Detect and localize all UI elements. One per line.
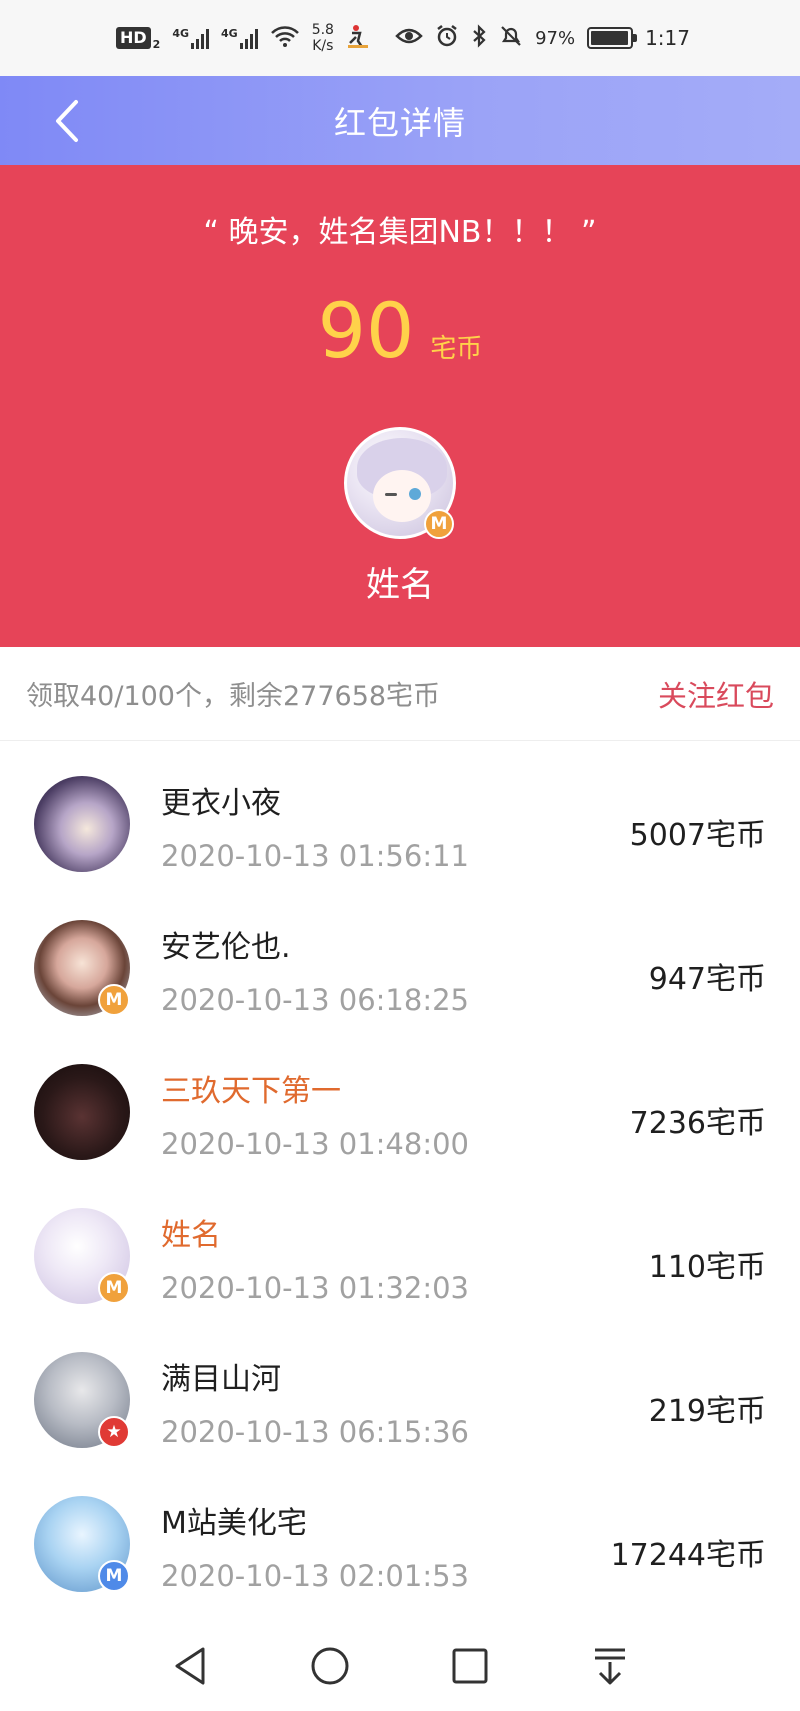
battery-icon (587, 27, 638, 49)
recipient-name[interactable]: 三玖天下第一 (161, 1066, 341, 1110)
clock: 1:17 (645, 26, 690, 50)
pull-down-icon (595, 1648, 625, 1684)
status-right: 97% 1:17 (395, 24, 690, 52)
system-nav-bar (0, 1620, 800, 1711)
amount-value: 90 (317, 286, 415, 375)
claim-amount: 219宅币 (648, 1394, 766, 1429)
nav-back-button[interactable] (160, 1636, 220, 1696)
app-notification-icon (346, 23, 370, 53)
claim-amount: 5007宅币 (629, 818, 766, 853)
claim-time: 2020-10-13 02:01:53 (161, 1559, 469, 1593)
claim-time: 2020-10-13 01:32:03 (161, 1271, 469, 1305)
mute-icon (499, 24, 523, 52)
claim-time: 2020-10-13 06:18:25 (161, 983, 469, 1017)
claim-time: 2020-10-13 01:56:11 (161, 839, 469, 873)
battery-fill (591, 31, 628, 45)
speed-unit: K/s (312, 38, 334, 54)
member-badge-icon: M (98, 1272, 130, 1304)
network-speed: 5.8 K/s (312, 22, 334, 54)
list-item[interactable]: 三玖天下第一 2020-10-13 01:48:00 7236宅币 (0, 1030, 800, 1174)
avatar[interactable] (34, 776, 130, 872)
hd-sim-number: 2 (152, 37, 161, 51)
hd-voice-icon: HD (116, 27, 151, 49)
wifi-icon (270, 24, 300, 52)
bluetooth-icon (471, 24, 487, 52)
member-badge-icon: M (98, 1560, 130, 1592)
sender-badge-icon: M (424, 509, 454, 539)
list-item[interactable]: M 安艺伦也. 2020-10-13 06:18:25 947宅币 (0, 886, 800, 1030)
sender-name[interactable]: 姓名 (0, 557, 800, 606)
list-item[interactable]: M 姓名 2020-10-13 01:32:03 110宅币 (0, 1174, 800, 1318)
list-item[interactable]: M M站美化宅 2020-10-13 02:01:53 17244宅币 (0, 1462, 800, 1606)
status-left: HD 2 4G 4G 5.8 K/s (116, 22, 370, 54)
claim-time: 2020-10-13 01:48:00 (161, 1127, 469, 1161)
recipient-name[interactable]: 姓名 (161, 1210, 221, 1254)
amount-unit: 宅币 (430, 334, 483, 364)
eye-comfort-icon (395, 26, 423, 50)
list-item[interactable]: 更衣小夜 2020-10-13 01:56:11 5007宅币 (0, 742, 800, 886)
member-badge-icon: M (98, 984, 130, 1016)
triangle-back-icon (175, 1647, 205, 1684)
recipient-name[interactable]: 满目山河 (161, 1354, 281, 1398)
red-envelope-panel: “ 晚安，姓名集团NB！！！ ” 90 宅币 M 姓名 (0, 165, 800, 647)
network-type-2: 4G (221, 27, 238, 40)
claim-summary-text: 领取40/100个，剩余277658宅币 (26, 681, 441, 712)
alarm-icon (435, 24, 459, 52)
page-title: 红包详情 (333, 103, 466, 142)
signal-1-icon: 4G (172, 27, 210, 49)
claim-time: 2020-10-13 06:15:36 (161, 1415, 469, 1449)
follow-red-envelope-link[interactable]: 关注红包 (658, 673, 774, 715)
square-recent-icon (452, 1648, 488, 1683)
claim-summary: 领取40/100个，剩余277658宅币 关注红包 (0, 647, 800, 741)
status-bar: HD 2 4G 4G 5.8 K/s 97% 1:17 (0, 0, 800, 76)
star-badge-icon: ★ (98, 1416, 130, 1448)
received-amount: 90 宅币 (0, 293, 800, 369)
claim-amount: 947宅币 (648, 962, 766, 997)
battery-percent: 97% (535, 27, 576, 49)
recipient-name[interactable]: M站美化宅 (161, 1498, 307, 1542)
claim-amount: 7236宅币 (629, 1106, 766, 1141)
network-type-1: 4G (172, 27, 190, 40)
avatar[interactable] (34, 1064, 130, 1160)
back-button[interactable] (42, 96, 92, 146)
nav-recent-button[interactable] (440, 1636, 500, 1696)
nav-home-button[interactable] (300, 1636, 360, 1696)
chevron-left-icon (56, 100, 78, 142)
greeting-message: “ 晚安，姓名集团NB！！！ ” (203, 215, 597, 250)
circle-home-icon (311, 1647, 349, 1684)
signal-2-icon: 4G (221, 27, 258, 49)
recipient-name[interactable]: 更衣小夜 (161, 778, 281, 822)
nav-notifications-button[interactable] (580, 1636, 640, 1696)
recipient-list: 更衣小夜 2020-10-13 01:56:11 5007宅币 M 安艺伦也. … (0, 742, 800, 1606)
list-item[interactable]: ★ 满目山河 2020-10-13 06:15:36 219宅币 (0, 1318, 800, 1462)
page-header: 红包详情 (0, 76, 800, 165)
claim-amount: 17244宅币 (610, 1538, 766, 1573)
recipient-name[interactable]: 安艺伦也. (161, 922, 291, 966)
claim-amount: 110宅币 (648, 1250, 766, 1285)
speed-value: 5.8 (311, 22, 334, 38)
